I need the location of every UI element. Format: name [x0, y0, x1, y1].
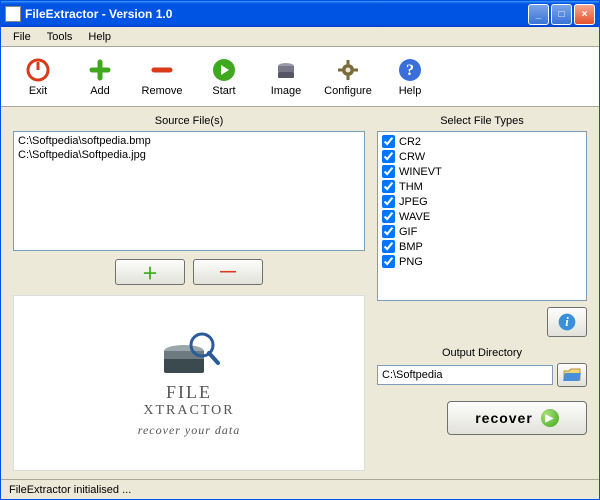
filetype-checkbox[interactable] [382, 210, 395, 223]
filetype-row[interactable]: THM [380, 179, 584, 194]
svg-text:i: i [565, 315, 569, 329]
output-section: Output Directory [377, 347, 587, 387]
source-label: Source File(s) [13, 115, 365, 127]
info-button[interactable]: i [547, 307, 587, 337]
plus-icon [87, 57, 113, 83]
filetypes-label: Select File Types [377, 115, 587, 127]
filetype-checkbox[interactable] [382, 255, 395, 268]
app-icon [5, 6, 21, 22]
filetype-label: JPEG [399, 196, 428, 208]
filetype-row[interactable]: WAVE [380, 209, 584, 224]
right-column: Select File Types CR2 CRW WINEVT THM JPEG WAV… [377, 115, 587, 471]
app-window: FileExtractor - Version 1.0 _ □ × File T… [0, 0, 600, 500]
filetype-label: THM [399, 181, 423, 193]
filetype-label: WINEVT [399, 166, 442, 178]
logo: FILEXTRACTOR recover your data [138, 329, 241, 438]
filetype-checkbox[interactable] [382, 240, 395, 253]
start-button[interactable]: Start [195, 55, 253, 99]
filetype-label: BMP [399, 241, 423, 253]
image-button[interactable]: Image [257, 55, 315, 99]
statusbar: FileExtractor initialised ... [1, 479, 599, 499]
filetype-row[interactable]: WINEVT [380, 164, 584, 179]
content-area: Source File(s) C:\Softpedia\softpedia.bm… [1, 107, 599, 479]
window-controls: _ □ × [528, 4, 595, 25]
gear-icon [335, 57, 361, 83]
output-label: Output Directory [377, 347, 587, 359]
filetypes-list[interactable]: CR2 CRW WINEVT THM JPEG WAVE GIF BMP PNG [377, 131, 587, 301]
toolbar: Exit Add Remove Start Image [1, 47, 599, 107]
add-button[interactable]: Add [71, 55, 129, 99]
filetype-row[interactable]: CRW [380, 149, 584, 164]
left-column: Source File(s) C:\Softpedia\softpedia.bm… [13, 115, 365, 471]
menu-file[interactable]: File [5, 29, 39, 45]
recover-row: recover ▶ [377, 401, 587, 435]
list-item[interactable]: C:\Softpedia\softpedia.bmp [16, 134, 362, 148]
filetype-checkbox[interactable] [382, 135, 395, 148]
exit-icon [25, 57, 51, 83]
titlebar: FileExtractor - Version 1.0 _ □ × [1, 1, 599, 27]
menu-help[interactable]: Help [80, 29, 119, 45]
disk-icon [273, 57, 299, 83]
exit-button[interactable]: Exit [9, 55, 67, 99]
minus-icon [149, 57, 175, 83]
filetype-checkbox[interactable] [382, 180, 395, 193]
window-title: FileExtractor - Version 1.0 [25, 7, 528, 21]
source-buttons: ＋ — [13, 259, 365, 285]
filetype-checkbox[interactable] [382, 225, 395, 238]
remove-source-button[interactable]: — [193, 259, 263, 285]
output-path-input[interactable] [377, 365, 553, 385]
logo-area: FILEXTRACTOR recover your data [13, 295, 365, 471]
menubar: File Tools Help [1, 27, 599, 47]
help-button[interactable]: ? Help [381, 55, 439, 99]
list-item[interactable]: C:\Softpedia\Softpedia.jpg [16, 148, 362, 162]
minus-icon: — [220, 263, 236, 281]
plus-icon: ＋ [142, 260, 158, 284]
filetype-checkbox[interactable] [382, 195, 395, 208]
filetype-row[interactable]: GIF [380, 224, 584, 239]
status-text: FileExtractor initialised ... [9, 484, 131, 496]
svg-text:?: ? [406, 62, 414, 79]
folder-icon [563, 368, 581, 382]
play-icon: ▶ [541, 409, 559, 427]
play-icon [211, 57, 237, 83]
filetype-checkbox[interactable] [382, 150, 395, 163]
filetype-row[interactable]: PNG [380, 254, 584, 269]
filetype-label: GIF [399, 226, 417, 238]
logo-graphic [154, 329, 224, 379]
recover-button[interactable]: recover ▶ [447, 401, 587, 435]
filetype-row[interactable]: CR2 [380, 134, 584, 149]
add-source-button[interactable]: ＋ [115, 259, 185, 285]
browse-button[interactable] [557, 363, 587, 387]
configure-button[interactable]: Configure [319, 55, 377, 99]
output-row [377, 363, 587, 387]
remove-button[interactable]: Remove [133, 55, 191, 99]
maximize-button[interactable]: □ [551, 4, 572, 25]
info-row: i [377, 307, 587, 337]
filetype-label: CRW [399, 151, 425, 163]
menu-tools[interactable]: Tools [39, 29, 81, 45]
close-button[interactable]: × [574, 4, 595, 25]
filetype-checkbox[interactable] [382, 165, 395, 178]
help-icon: ? [397, 57, 423, 83]
info-icon: i [557, 312, 577, 332]
filetype-label: CR2 [399, 136, 421, 148]
filetype-label: WAVE [399, 211, 430, 223]
filetype-row[interactable]: JPEG [380, 194, 584, 209]
filetype-label: PNG [399, 256, 423, 268]
source-files-list[interactable]: C:\Softpedia\softpedia.bmpC:\Softpedia\S… [13, 131, 365, 251]
filetype-row[interactable]: BMP [380, 239, 584, 254]
minimize-button[interactable]: _ [528, 4, 549, 25]
